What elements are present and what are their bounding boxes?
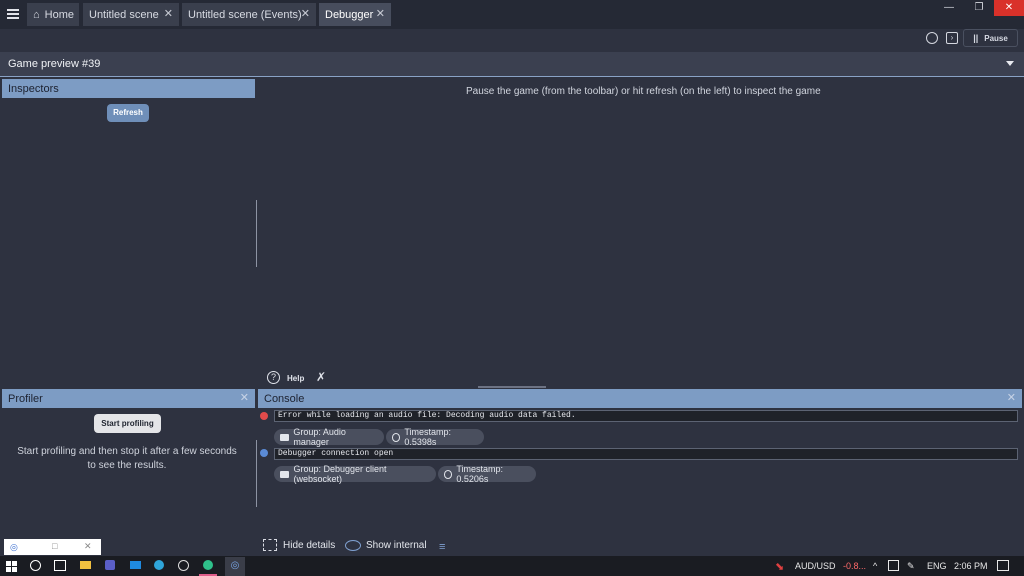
preview-title: Game preview #39 xyxy=(8,58,101,70)
restore-button[interactable]: ❐ xyxy=(964,0,994,16)
inspect-hint: Pause the game (from the toolbar) or hit… xyxy=(466,86,821,97)
close-icon[interactable]: ✕ xyxy=(240,391,249,404)
notification-icon[interactable] xyxy=(997,560,1009,571)
title-bar: ⌂ Home Untitled scene ✕ Untitled scene (… xyxy=(0,0,1024,29)
game-preview-selector[interactable]: Game preview #39 xyxy=(0,52,1024,77)
log-group-label: Group: Audio manager xyxy=(293,427,346,447)
log-timestamp-chip[interactable]: Timestamp: 0.5398s xyxy=(386,427,484,447)
folder-icon xyxy=(280,433,290,441)
log-group-chip[interactable]: Group: Audio manager xyxy=(274,427,384,447)
close-window-button[interactable]: ✕ xyxy=(994,0,1024,16)
tab-home[interactable]: ⌂ Home xyxy=(27,3,79,26)
inspectors-title: Inspectors xyxy=(8,83,59,95)
ticker-label[interactable]: AUD/USD xyxy=(795,561,836,571)
tab-label: Debugger xyxy=(325,8,374,21)
pause-label: Pause xyxy=(984,33,1008,43)
tab-home-label: Home xyxy=(44,8,74,21)
file-explorer-icon[interactable] xyxy=(80,561,91,569)
profiler-message: Start profiling and then stop it after a… xyxy=(17,446,237,471)
task-view-icon[interactable] xyxy=(54,560,66,571)
clock-label[interactable]: 2:06 PM xyxy=(954,561,988,571)
search-icon[interactable] xyxy=(30,560,41,571)
app-icon: ◎ xyxy=(10,542,18,552)
refresh-button[interactable]: Refresh xyxy=(107,104,149,122)
minimize-button[interactable]: — xyxy=(934,0,964,16)
help-icon[interactable]: ? xyxy=(267,371,280,384)
folder-icon xyxy=(280,470,290,478)
splitter-handle[interactable] xyxy=(256,440,257,507)
profiler-header: Profiler ✕ xyxy=(2,389,255,408)
timer-icon xyxy=(444,469,453,479)
pen-icon[interactable]: ✎ xyxy=(907,561,915,572)
horizontal-splitter[interactable] xyxy=(478,386,546,388)
chevron-up-icon[interactable]: ^ xyxy=(873,561,877,571)
tab-debugger[interactable]: Debugger ✕ xyxy=(319,3,391,26)
home-icon: ⌂ xyxy=(33,8,40,21)
hamburger-menu-icon[interactable] xyxy=(7,9,19,19)
pin-off-icon[interactable]: ✗ xyxy=(316,370,326,384)
media-icon[interactable] xyxy=(178,560,189,571)
stock-down-icon: ⬊ xyxy=(775,561,785,573)
inspectors-header: Inspectors xyxy=(2,79,255,98)
hide-details-label[interactable]: Hide details xyxy=(283,540,335,551)
teams-icon[interactable] xyxy=(105,560,115,570)
mail-icon[interactable] xyxy=(130,561,141,569)
gdevelop-icon[interactable]: ◎ xyxy=(225,557,245,576)
timer-icon xyxy=(392,432,401,442)
splitter-handle[interactable] xyxy=(256,200,257,267)
maximize-icon[interactable]: □ xyxy=(52,541,57,551)
filter-icon[interactable]: ≡ xyxy=(439,541,445,553)
info-icon xyxy=(260,449,268,457)
error-icon xyxy=(260,412,268,420)
log-group-chip[interactable]: Group: Debugger client (websocket) xyxy=(274,464,436,484)
log-message: Debugger connection open xyxy=(274,448,1018,460)
minimized-window-preview[interactable]: ◎ □ ✕ xyxy=(4,539,101,555)
close-icon[interactable]: ✕ xyxy=(1007,391,1016,404)
toolbar xyxy=(0,29,1024,51)
profiler-title: Profiler xyxy=(8,393,43,405)
log-timestamp-chip[interactable]: Timestamp: 0.5206s xyxy=(438,464,536,484)
console-title: Console xyxy=(264,393,305,405)
close-icon[interactable]: ✕ xyxy=(84,541,92,552)
tab-label: Untitled scene xyxy=(89,8,159,21)
tab-untitled-scene-events[interactable]: Untitled scene (Events) ✕ xyxy=(182,3,316,26)
ticker-change: -0.8... xyxy=(843,561,867,571)
pause-icon: || xyxy=(973,33,979,43)
device-icon[interactable] xyxy=(888,560,899,571)
log-timestamp-label: Timestamp: 0.5206s xyxy=(456,464,504,484)
start-profiling-button[interactable]: Start profiling xyxy=(94,414,161,433)
log-timestamp-label: Timestamp: 0.5398s xyxy=(404,427,452,447)
browser-icon[interactable] xyxy=(203,560,213,570)
close-icon[interactable]: ✕ xyxy=(376,7,385,20)
tab-label: Untitled scene (Events) xyxy=(188,8,302,21)
help-label[interactable]: Help xyxy=(287,374,304,383)
pause-button[interactable]: || Pause xyxy=(963,29,1018,47)
tab-untitled-scene[interactable]: Untitled scene ✕ xyxy=(83,3,179,26)
network-icon[interactable] xyxy=(926,32,938,44)
hide-details-icon[interactable] xyxy=(263,539,277,551)
edge-icon[interactable] xyxy=(154,560,164,570)
language-label[interactable]: ENG xyxy=(927,561,947,571)
show-internal-label[interactable]: Show internal xyxy=(366,540,427,551)
chevron-down-icon xyxy=(1006,61,1014,66)
console-icon[interactable]: › xyxy=(946,32,958,44)
eye-icon[interactable] xyxy=(345,540,361,551)
windows-start-icon[interactable] xyxy=(6,559,20,573)
log-group-label: Group: Debugger client (websocket) xyxy=(293,464,387,484)
close-icon[interactable]: ✕ xyxy=(164,7,173,20)
console-header: Console ✕ xyxy=(258,389,1022,408)
log-message: Error while loading an audio file: Decod… xyxy=(274,410,1018,422)
close-icon[interactable]: ✕ xyxy=(301,7,310,20)
